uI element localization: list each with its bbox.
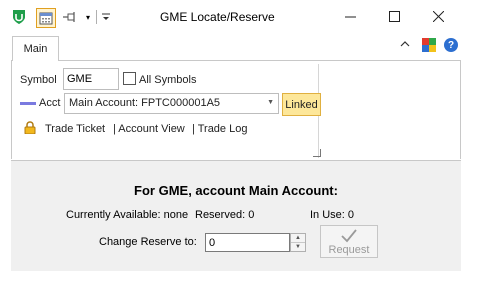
window-title: GME Locate/Reserve	[160, 10, 275, 24]
account-select-value: Main Account: FPTC000001A5	[69, 97, 221, 109]
tab-main[interactable]: Main	[12, 36, 59, 61]
reserve-quantity-input[interactable]	[205, 233, 290, 252]
currently-available-text: Currently Available: none	[66, 209, 189, 221]
account-label: Acct	[39, 97, 61, 109]
symbol-label: Symbol	[20, 74, 57, 86]
request-button[interactable]: Request	[320, 225, 378, 258]
locate-reserve-window: ▾ GME Locate/Reserve Main ? Symbol All S…	[0, 0, 481, 288]
change-reserve-label: Change Reserve to:	[99, 236, 197, 248]
title-bar: ▾ GME Locate/Reserve	[0, 0, 481, 32]
spin-up-icon[interactable]: ▲	[291, 234, 305, 243]
all-symbols-label: All Symbols	[139, 74, 197, 86]
pin-icon[interactable]	[62, 9, 78, 25]
trade-log-link[interactable]: | Trade Log	[192, 123, 247, 135]
close-button[interactable]	[424, 6, 452, 26]
reserve-heading: For GME, account Main Account:	[134, 183, 338, 198]
collapse-ribbon-icon[interactable]	[399, 40, 411, 52]
checkmark-icon	[340, 228, 358, 244]
account-view-link[interactable]: | Account View	[113, 123, 185, 135]
spin-down-icon[interactable]: ▼	[291, 243, 305, 252]
linked-button[interactable]: Linked	[282, 93, 321, 116]
maximize-button[interactable]	[380, 6, 408, 26]
color-theme-icon[interactable]	[422, 38, 436, 52]
minimize-button[interactable]	[336, 6, 364, 26]
account-color-marker	[20, 102, 36, 105]
quantity-stepper[interactable]: ▲ ▼	[290, 233, 306, 252]
account-select[interactable]: Main Account: FPTC000001A5 ▼	[64, 93, 279, 114]
reserved-text: Reserved: 0	[195, 209, 255, 221]
calendar-icon[interactable]	[36, 8, 56, 28]
app-shield-icon	[12, 9, 26, 25]
chevron-down-icon: ▼	[267, 99, 274, 106]
help-icon[interactable]: ?	[444, 38, 458, 52]
dialog-launcher-icon[interactable]	[313, 149, 321, 157]
dropdown-arrow-icon[interactable]: ▾	[84, 9, 92, 25]
all-symbols-checkbox[interactable]	[123, 72, 136, 85]
symbol-input[interactable]	[63, 68, 119, 90]
request-label: Request	[328, 243, 370, 256]
lock-icon	[24, 121, 36, 135]
toolbar-separator	[96, 10, 97, 24]
trade-ticket-link[interactable]: Trade Ticket	[45, 123, 105, 135]
customize-toolbar-icon[interactable]	[101, 9, 111, 25]
in-use-text: In Use: 0	[310, 209, 355, 221]
